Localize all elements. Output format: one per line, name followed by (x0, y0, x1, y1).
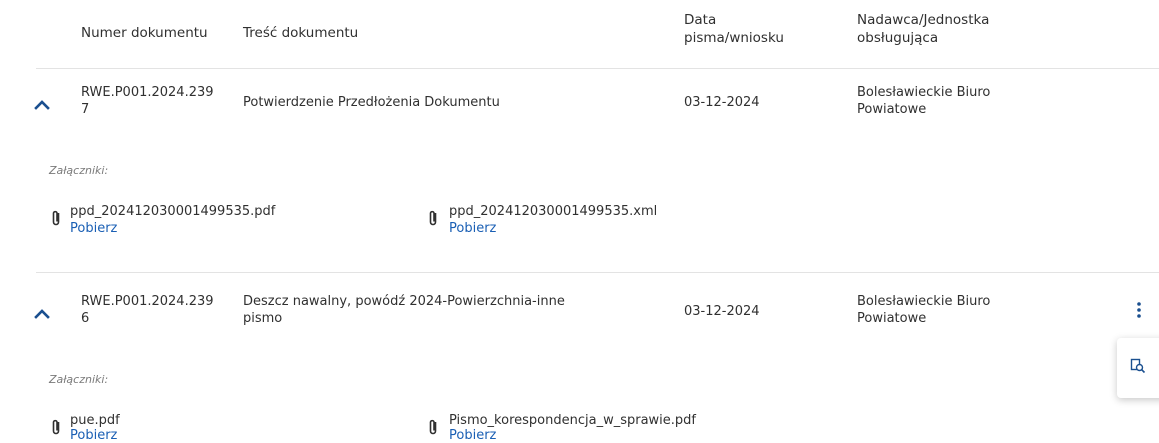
header-date: Data pisma/wniosku (684, 11, 784, 47)
more-vertical-icon[interactable] (1132, 300, 1146, 320)
paperclip-icon (52, 210, 60, 226)
document-sender: Bolesławieckie Biuro Powiatowe (857, 293, 990, 327)
paperclip-icon (52, 419, 60, 435)
attachment-filename: ppd_202412030001499535.xml (449, 204, 658, 219)
download-link[interactable]: Pobierz (70, 221, 117, 236)
document-date: 03-12-2024 (684, 95, 760, 110)
header-sender: Nadawca/Jednostka obsługująca (857, 11, 989, 47)
document-sender: Bolesławieckie Biuro Powiatowe (857, 84, 990, 118)
attachment-filename: Pismo_korespondencja_w_sprawie.pdf (449, 413, 696, 428)
attachments-label: Załączniki: (49, 164, 109, 177)
document-number-line1: RWE.P001.2024.239 (81, 294, 214, 309)
attachment-filename: pue.pdf (70, 413, 120, 428)
document-content: Deszcz nawalny, powódź 2024-Powierzchnia… (243, 293, 565, 327)
document-date: 03-12-2024 (684, 304, 760, 319)
header-date-line2: pisma/wniosku (684, 30, 784, 46)
paperclip-icon (429, 210, 437, 226)
document-search-icon[interactable] (1130, 358, 1146, 374)
document-number-line1: RWE.P001.2024.239 (81, 85, 214, 100)
header-sender-line1: Nadawca/Jednostka (857, 12, 990, 28)
chevron-up-icon[interactable] (33, 97, 51, 111)
document-sender-line2: Powiatowe (857, 311, 927, 326)
download-link[interactable]: Pobierz (449, 221, 496, 236)
document-number: RWE.P001.2024.239 6 (81, 293, 214, 327)
header-document-number: Numer dokumentu (81, 25, 208, 41)
header-document-content: Treść dokumentu (243, 25, 359, 41)
document-sender-line1: Bolesławieckie Biuro (857, 294, 991, 309)
document-content-line2: pismo (243, 311, 283, 326)
document-number-line2: 7 (81, 102, 90, 117)
paperclip-icon (429, 419, 437, 435)
document-sender-line1: Bolesławieckie Biuro (857, 85, 991, 100)
document-number: RWE.P001.2024.239 7 (81, 84, 214, 118)
document-content-line1: Deszcz nawalny, powódź 2024-Powierzchnia… (243, 294, 565, 309)
document-number-line2: 6 (81, 311, 90, 326)
attachment-filename: ppd_202412030001499535.pdf (70, 204, 276, 219)
document-sender-line2: Powiatowe (857, 102, 927, 117)
chevron-up-icon[interactable] (33, 306, 51, 320)
header-divider (36, 68, 1159, 69)
header-sender-line2: obsługująca (857, 30, 939, 46)
row-action-menu (1117, 338, 1159, 398)
document-content: Potwierdzenie Przedłożenia Dokumentu (243, 95, 500, 110)
row-divider (36, 272, 1159, 273)
header-date-line1: Data (684, 12, 717, 28)
attachments-label: Załączniki: (49, 373, 109, 386)
